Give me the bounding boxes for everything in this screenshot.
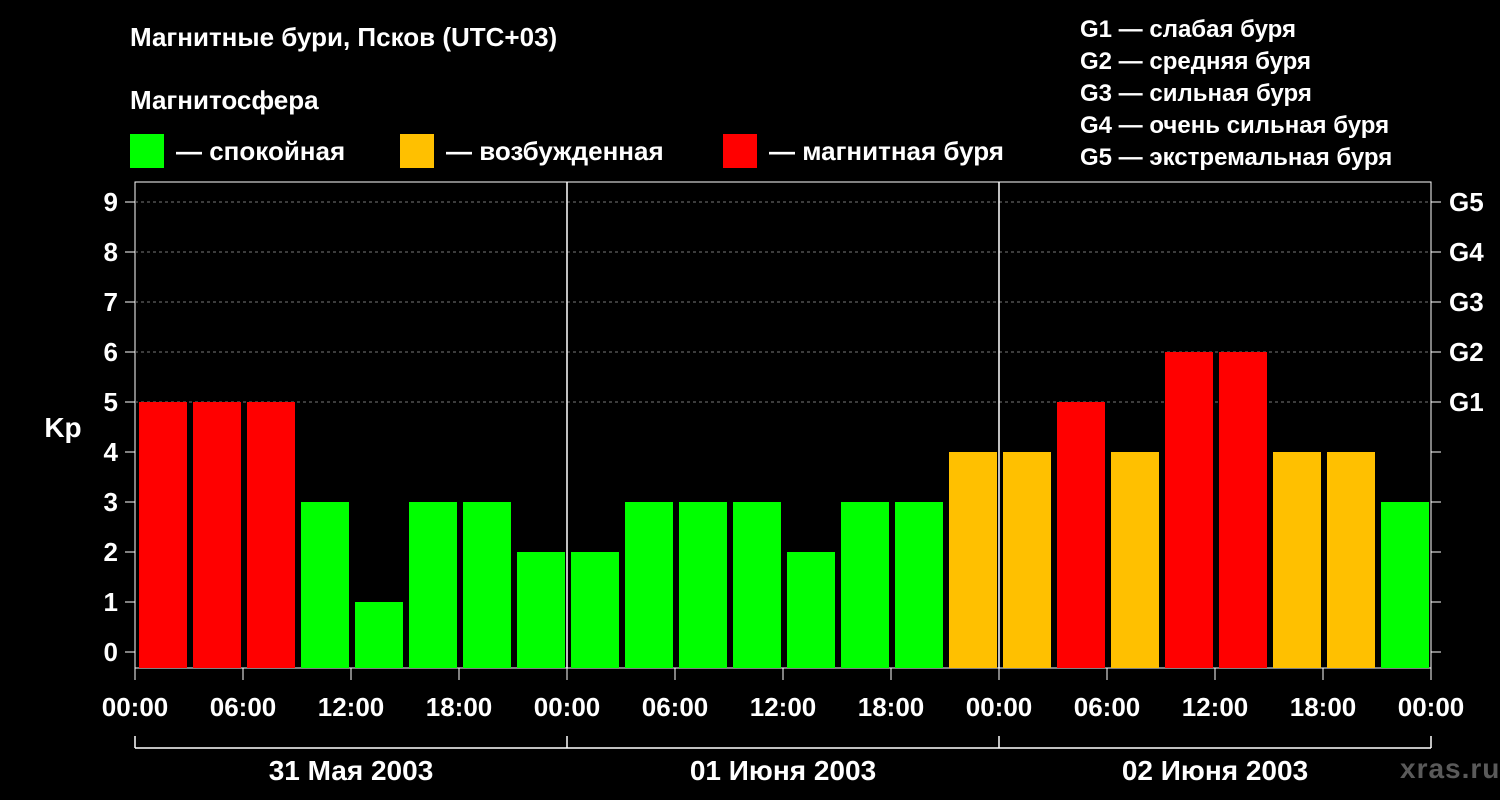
day-label: 02 Июня 2003 (1122, 755, 1308, 786)
bar (787, 552, 835, 668)
kp-chart: 0 1 2 3 4 5 6 7 8 9 G1 G2 G3 G4 G5 Kp 00:00 06:00 12:00 18:… (44, 181, 1484, 786)
y-tick-label: 1 (104, 587, 118, 617)
y-tick-label: 0 (104, 637, 118, 667)
day-label: 01 Июня 2003 (690, 755, 876, 786)
bar (841, 502, 889, 668)
y-tick-label: 3 (104, 487, 118, 517)
g-level-label: G5 (1449, 187, 1484, 217)
x-tick-label: 06:00 (210, 692, 277, 722)
y-tick-label: 6 (104, 337, 118, 367)
x-tick-label: 18:00 (426, 692, 493, 722)
g-level-label: G2 (1449, 337, 1484, 367)
x-tick-label: 12:00 (750, 692, 817, 722)
x-tick-label: 00:00 (534, 692, 601, 722)
bar (949, 452, 997, 668)
x-tick-label: 06:00 (642, 692, 709, 722)
day-label: 31 Мая 2003 (269, 755, 434, 786)
g-level-label: G1 (1449, 387, 1484, 417)
bar (1111, 452, 1159, 668)
bar (301, 502, 349, 668)
g-level-label: G3 (1449, 287, 1484, 317)
bar (679, 502, 727, 668)
watermark: xras.ru (1400, 753, 1500, 784)
bar (1165, 352, 1213, 668)
bar (517, 552, 565, 668)
bar (1327, 452, 1375, 668)
bar (1057, 402, 1105, 668)
x-tick-label: 12:00 (1182, 692, 1249, 722)
y-tick-label: 5 (104, 387, 118, 417)
bar (733, 502, 781, 668)
x-tick-label: 06:00 (1074, 692, 1141, 722)
bar (139, 402, 187, 668)
bar (463, 502, 511, 668)
bar (1219, 352, 1267, 668)
x-tick-label: 00:00 (1398, 692, 1465, 722)
y-tick-label: 8 (104, 237, 118, 267)
bar (1003, 452, 1051, 668)
y-tick-label: 9 (104, 187, 118, 217)
bar (895, 502, 943, 668)
x-tick-label: 18:00 (858, 692, 925, 722)
bar (1273, 452, 1321, 668)
bar (355, 602, 403, 668)
bar (247, 402, 295, 668)
bar (1381, 502, 1429, 668)
x-tick-label: 00:00 (102, 692, 169, 722)
bar (625, 502, 673, 668)
x-tick-label: 12:00 (318, 692, 385, 722)
g-level-label: G4 (1449, 237, 1484, 267)
bar (193, 402, 241, 668)
y-axis-label: Kp (44, 412, 81, 443)
y-tick-label: 7 (104, 287, 118, 317)
bar (409, 502, 457, 668)
x-tick-label: 18:00 (1290, 692, 1357, 722)
x-tick-label: 00:00 (966, 692, 1033, 722)
bar (571, 552, 619, 668)
y-tick-label: 4 (104, 437, 119, 467)
y-tick-label: 2 (104, 537, 118, 567)
